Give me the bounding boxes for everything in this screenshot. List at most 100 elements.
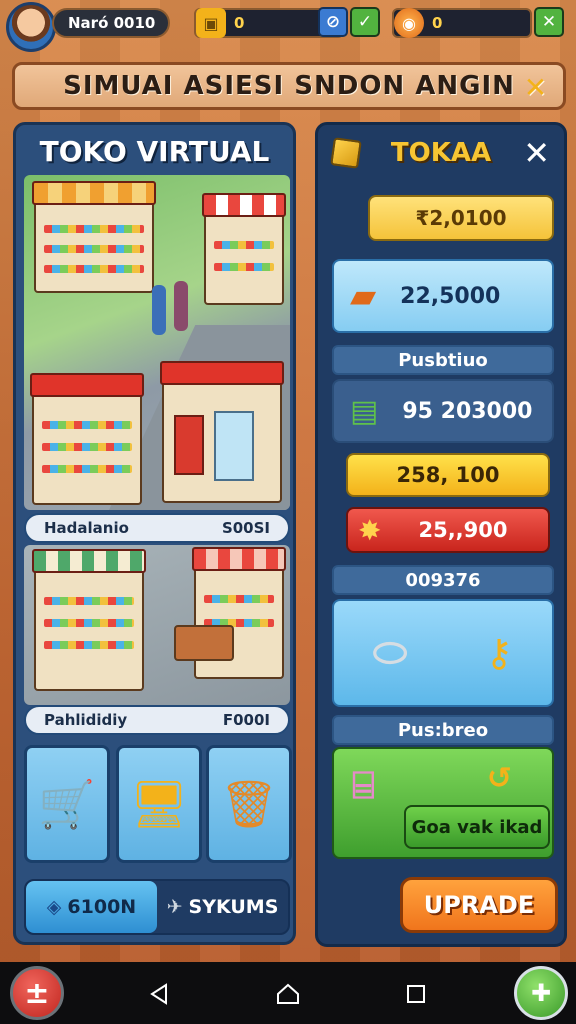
close-icon[interactable]: ✕ (534, 7, 564, 37)
add-icon[interactable]: ± (10, 966, 64, 1020)
green-action-label: Goa vak ikad (411, 816, 543, 838)
shelf (214, 241, 274, 249)
home-icon[interactable] (274, 980, 302, 1008)
shelf (44, 597, 134, 605)
price-top-button[interactable]: ₹2,0100 (368, 195, 554, 241)
tools-icon[interactable]: ✚ (514, 966, 568, 1020)
shop-door (214, 411, 254, 481)
shopping-cart-icon: 🛒 (38, 776, 96, 831)
red-value-button[interactable]: ✸ 25,,900 (346, 507, 550, 553)
info-row-2-label: Pahlididiy (44, 711, 128, 729)
monitor-icon: 🖥 (129, 776, 189, 831)
shelf (42, 421, 132, 429)
tile-shopping-cart[interactable]: 🛒 (24, 745, 110, 863)
awning (160, 361, 284, 385)
counter (174, 625, 234, 661)
tab-6100n[interactable]: ◈ 6100N (26, 881, 157, 933)
shelf (44, 619, 134, 627)
resource-1-value: 0 (234, 14, 245, 32)
tab-6100n-label: 6100N (67, 896, 137, 918)
upgrade-label: UPRADE (423, 891, 535, 919)
item-card-2[interactable]: ▤ 95 203000 (332, 379, 554, 443)
item-card-1[interactable]: ▰ 22,5000 (332, 259, 554, 333)
back-icon[interactable] (146, 980, 174, 1008)
item-card-4[interactable]: ⌸ ↺ Goa vak ikad (332, 747, 554, 859)
tab-sykums[interactable]: ✈ SYKUMS (157, 881, 288, 933)
player-name: Naró 0010 (68, 14, 156, 32)
top-bar: Naró 0010 ▣ 0 ⊘ ✓ ◉ 0 ✕ (0, 0, 576, 52)
yellow-value-button[interactable]: 258, 100 (346, 453, 550, 497)
vending-machine (174, 415, 204, 475)
shop-building (32, 549, 146, 691)
system-nav-bar: ± ✚ (0, 962, 576, 1024)
shelf (204, 595, 274, 603)
awning (32, 181, 156, 205)
section-label-3: Pus:breo (332, 715, 554, 745)
section-label-1: Pusbtiuo (332, 345, 554, 375)
store-title: TOKO VIRTUAL (39, 135, 270, 168)
leaf-icon: ◈ (46, 896, 62, 918)
player-name-pill: Naró 0010 (52, 8, 170, 38)
shelf (214, 263, 274, 271)
shelf (42, 443, 132, 451)
banner-close-icon[interactable]: ✕ (521, 73, 551, 103)
awning (192, 547, 286, 571)
swirl-icon: ↺ (486, 761, 512, 796)
confirm-icon[interactable]: ✓ (350, 7, 380, 37)
rocket-icon: ✈ (166, 896, 183, 918)
yellow-value: 258, 100 (396, 463, 500, 487)
globe-icon: ◉ (394, 8, 424, 38)
key-icon: ⚷ (485, 631, 513, 675)
tab-bar: ◈ 6100N ✈ SYKUMS (24, 879, 290, 935)
info-row-2: Pahlididiy F000I (24, 705, 290, 735)
store-panel: TOKO VIRTUAL Hadalanio S00SI Pahlididiy … (13, 122, 296, 945)
price-top-value: ₹2,0100 (415, 206, 507, 230)
cash-box-icon: ▤ (350, 393, 379, 429)
shop-panel: TOKAA ✕ ₹2,0100 ▰ 22,5000 Pusbtiuo ▤ 95 … (315, 122, 567, 947)
awning (30, 373, 144, 397)
shelf (44, 245, 144, 253)
item-card-3[interactable]: ⬭ ⚷ (332, 599, 554, 707)
shelf (44, 225, 144, 233)
awning (202, 193, 286, 217)
shop-building (30, 373, 144, 505)
resource-pill-2: ◉ 0 (392, 8, 532, 38)
trash-bin-icon: 🗑 (219, 776, 279, 831)
awning (32, 549, 146, 573)
title-banner: SIMUAI ASIESI SNDON ANGIN ✕ (12, 62, 566, 110)
shelf (42, 465, 132, 473)
store-scene-main[interactable] (24, 175, 290, 510)
link-icon[interactable]: ⊘ (318, 7, 348, 37)
green-action-button[interactable]: Goa vak ikad (404, 805, 550, 849)
item-card-2-price: 95 203000 (402, 398, 533, 424)
tab-sykums-label: SYKUMS (188, 896, 279, 918)
player-avatar[interactable] (6, 2, 56, 52)
briefcase-icon: ▣ (196, 8, 226, 38)
info-row-1-label: Hadalanio (44, 519, 129, 537)
resource-2-value: 0 (432, 14, 443, 32)
info-row-1: Hadalanio S00SI (24, 513, 290, 543)
shop-building (192, 547, 286, 679)
recents-icon[interactable] (402, 980, 430, 1008)
store-scene-secondary[interactable] (24, 545, 290, 705)
tile-monitor[interactable]: 🖥 (116, 745, 202, 863)
section-label-2: 009376 (332, 565, 554, 595)
shopper-figure (152, 285, 166, 335)
burst-icon: ✸ (358, 513, 382, 547)
info-row-2-value: F000I (222, 711, 270, 729)
bottle-icon: ⌸ (352, 763, 375, 807)
banner-title: SIMUAI ASIESI SNDON ANGIN (63, 71, 515, 101)
clerk-figure (174, 281, 188, 331)
shelf (44, 641, 134, 649)
tray-icon: ▰ (350, 276, 377, 316)
close-icon[interactable]: ✕ (523, 135, 550, 171)
shelf (44, 265, 144, 273)
item-card-1-price: 22,5000 (400, 283, 501, 309)
upgrade-button[interactable]: UPRADE (400, 877, 558, 933)
tile-trash-bin[interactable]: 🗑 (206, 745, 292, 863)
shop-building (202, 193, 286, 305)
canister-icon: ⬭ (372, 630, 408, 676)
shop-building (32, 181, 156, 293)
shop-building (160, 361, 284, 503)
info-row-1-value: S00SI (221, 519, 270, 537)
